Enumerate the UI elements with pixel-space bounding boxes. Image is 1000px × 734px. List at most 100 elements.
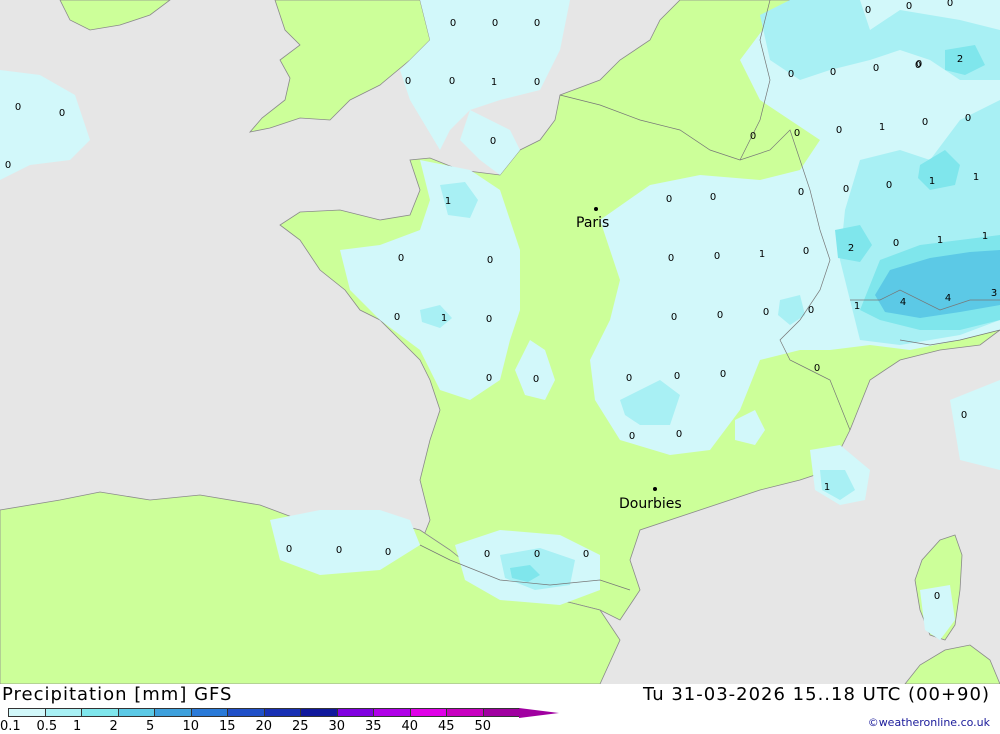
grid-value: 0 [626, 373, 632, 384]
legend-swatch [336, 708, 374, 717]
grid-value: 0 [803, 246, 809, 257]
credit-link[interactable]: ©weatheronline.co.uk [868, 716, 990, 729]
grid-value: 0 [59, 108, 65, 119]
grid-value: 0 [873, 63, 879, 74]
grid-value: 0 [666, 194, 672, 205]
grid-value: 0 [916, 59, 922, 70]
grid-value: 0 [794, 128, 800, 139]
grid-value: 0 [676, 429, 682, 440]
legend-label: 20 [255, 719, 273, 734]
legend-swatch [409, 708, 447, 717]
grid-value: 0 [836, 125, 842, 136]
grid-value: 0 [449, 76, 455, 87]
grid-value: 0 [385, 547, 391, 558]
grid-value: 0 [15, 102, 21, 113]
valid-time: Tu 31-03-2026 15..18 UTC (00+90) [642, 684, 990, 705]
grid-value: 2 [848, 243, 854, 254]
grid-value: 0 [814, 363, 820, 374]
grid-value: 0 [583, 549, 589, 560]
legend-label: 1 [73, 719, 82, 734]
grid-value: 4 [900, 297, 906, 308]
legend-swatch [227, 708, 265, 717]
legend-swatch [263, 708, 301, 717]
grid-value: 1 [445, 196, 451, 207]
grid-value: 0 [5, 160, 11, 171]
grid-value: 0 [788, 69, 794, 80]
grid-value: 0 [533, 374, 539, 385]
grid-value: 0 [490, 136, 496, 147]
grid-value: 0 [720, 369, 726, 380]
city-marker-paris [594, 207, 598, 211]
grid-value: 1 [854, 301, 860, 312]
legend-swatch [8, 708, 46, 717]
grid-value: 0 [534, 18, 540, 29]
legend-label: 30 [328, 719, 346, 734]
grid-value: 0 [710, 192, 716, 203]
city-label-paris: Paris [576, 215, 609, 231]
grid-value: 2 [957, 54, 963, 65]
legend-label: 35 [365, 719, 382, 734]
grid-value: 0 [668, 253, 674, 264]
legend-swatch [300, 708, 338, 717]
grid-value: 0 [808, 305, 814, 316]
grid-value: 3 [991, 288, 997, 299]
legend-label: 10 [182, 719, 200, 734]
grid-value: 0 [763, 307, 769, 318]
legend-label: 15 [219, 719, 236, 734]
grid-value: 0 [486, 373, 492, 384]
grid-value: 0 [922, 117, 928, 128]
grid-value: 1 [491, 77, 497, 88]
grid-value: 0 [965, 113, 971, 124]
legend-label: 5 [146, 719, 155, 734]
grid-value: 1 [441, 313, 447, 324]
grid-value: 0 [394, 312, 400, 323]
legend-label: 50 [474, 719, 492, 734]
grid-value: 0 [671, 312, 677, 323]
grid-value: 4 [945, 293, 951, 304]
grid-value: 0 [674, 371, 680, 382]
legend-swatch [154, 708, 192, 717]
grid-value: 1 [824, 482, 830, 493]
grid-value: 1 [982, 231, 988, 242]
legend-label: 0.5 [36, 719, 58, 734]
grid-value: 0 [534, 549, 540, 560]
footer: Precipitation [mm] GFS Tu 31-03-2026 15.… [0, 684, 1000, 734]
legend-swatch [44, 708, 82, 717]
map-title: Precipitation [mm] GFS [2, 684, 233, 705]
legend-label: 0.1 [0, 719, 21, 734]
precipitation-map: 0 0 0 0 0 1 0 0 0 0 0 0 0 0 0 0 0 0 0 2 … [0, 0, 1000, 684]
legend-label: 45 [438, 719, 455, 734]
grid-value: 0 [750, 131, 756, 142]
grid-value: 0 [865, 5, 871, 16]
grid-value: 0 [961, 410, 967, 421]
city-marker-dourbies [653, 487, 657, 491]
legend-label: 2 [109, 719, 118, 734]
grid-value: 1 [929, 176, 935, 187]
legend-label: 40 [401, 719, 419, 734]
grid-value: 0 [487, 255, 493, 266]
legend-swatch [446, 708, 484, 717]
grid-value: 0 [492, 18, 498, 29]
grid-value: 0 [717, 310, 723, 321]
legend-swatch [190, 708, 228, 717]
grid-value: 0 [405, 76, 411, 87]
legend-swatch [373, 708, 411, 717]
legend-label: 25 [292, 719, 309, 734]
grid-value: 0 [534, 77, 540, 88]
grid-value: 0 [398, 253, 404, 264]
legend-arrow [519, 708, 559, 718]
legend-swatch [81, 708, 119, 717]
grid-value: 1 [973, 172, 979, 183]
grid-value: 0 [906, 1, 912, 12]
grid-value: 0 [843, 184, 849, 195]
grid-value: 1 [759, 249, 765, 260]
grid-value: 0 [629, 431, 635, 442]
grid-value: 0 [450, 18, 456, 29]
grid-value: 0 [486, 314, 492, 325]
grid-value: 0 [893, 238, 899, 249]
grid-value: 0 [830, 67, 836, 78]
grid-value: 0 [947, 0, 953, 9]
grid-value: 1 [879, 122, 885, 133]
grid-value: 1 [937, 235, 943, 246]
legend-swatch [117, 708, 155, 717]
